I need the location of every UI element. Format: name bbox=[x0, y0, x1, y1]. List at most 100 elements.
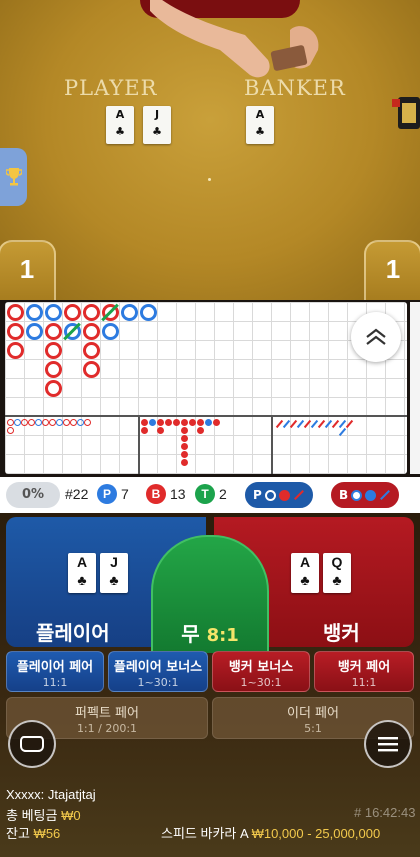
roadmap-mark bbox=[45, 323, 62, 340]
ask-ring-icon bbox=[264, 489, 276, 501]
player-card-2: J ♣ bbox=[100, 553, 128, 593]
trophy-icon[interactable] bbox=[0, 148, 27, 206]
roadmap-mini-mark bbox=[165, 419, 172, 426]
tie-odds: 8:1 bbox=[206, 625, 239, 646]
roadmap-mini-mark bbox=[42, 419, 49, 426]
chat-icon[interactable] bbox=[8, 720, 56, 768]
side-bet-odds: 1~30:1 bbox=[137, 676, 179, 689]
player-pair-bet[interactable]: 플레이어 페어 11:1 bbox=[6, 651, 104, 692]
chevron-up-double-icon[interactable] bbox=[351, 312, 401, 362]
side-bet-label: 플레이어 페어 bbox=[16, 660, 94, 675]
roadmap-mini-mark bbox=[7, 427, 14, 434]
game-id: # 16:42:43 bbox=[354, 805, 416, 820]
total-bet: 총 베팅금 ₩0 bbox=[6, 805, 81, 824]
side-bet-odds: 11:1 bbox=[42, 676, 68, 689]
roadmap-mini-mark bbox=[181, 427, 188, 434]
roadmap-mini-mark bbox=[77, 419, 84, 426]
player-ask-label: P bbox=[253, 488, 262, 502]
roadmap-mini-mark bbox=[63, 419, 70, 426]
roadmap-mini-mark bbox=[181, 451, 188, 458]
roadmap-mini-mark bbox=[14, 419, 21, 426]
balance: 잔고 ₩56 bbox=[6, 823, 60, 842]
footer-info: Xxxxx: Jtajatjtaj 총 베팅금 ₩0 잔고 ₩56 # 16:4… bbox=[0, 780, 420, 857]
roadmap-mark bbox=[83, 342, 100, 359]
table-banker-label: BANKER bbox=[244, 76, 346, 100]
banker-count: 13 bbox=[170, 486, 186, 502]
roadmap-mini-mark bbox=[21, 419, 28, 426]
hamburger-menu-icon[interactable] bbox=[364, 720, 412, 768]
tie-bet-label: 무 8:1 bbox=[151, 618, 269, 647]
roadmap-mini-mark bbox=[49, 419, 56, 426]
banker-table-card-1: A ♣ bbox=[246, 106, 274, 144]
ask-dot-icon bbox=[278, 489, 290, 501]
player-score: 1 bbox=[0, 240, 56, 300]
roadmap-mini-mark bbox=[157, 427, 164, 434]
roadmap-mini-mark bbox=[35, 419, 42, 426]
collapse-glyph bbox=[366, 328, 386, 345]
tie-label-text: 무 bbox=[181, 622, 200, 646]
roadmap-mark bbox=[102, 323, 119, 340]
banker-pair-bet[interactable]: 뱅커 페어 11:1 bbox=[314, 651, 414, 692]
roadmap-mini-mark bbox=[189, 419, 196, 426]
banker-ask-label: B bbox=[339, 488, 349, 502]
player-table-card-1: A ♣ bbox=[106, 106, 134, 144]
roadmap-mini-mark bbox=[70, 419, 77, 426]
roadmap-mark bbox=[83, 323, 100, 340]
tie-count: 2 bbox=[219, 486, 227, 502]
menu-glyph bbox=[378, 737, 398, 752]
banker-bonus-bet[interactable]: 뱅커 보너스 1~30:1 bbox=[212, 651, 310, 692]
tie-count-badge: T bbox=[195, 484, 215, 504]
roadmap-divider bbox=[138, 415, 140, 474]
roadmap-mini-mark bbox=[157, 419, 164, 426]
username: Xxxxx: Jtajatjtaj bbox=[6, 787, 96, 802]
roadmap-mark bbox=[26, 304, 43, 321]
side-bet-label: 뱅커 페어 bbox=[337, 660, 391, 675]
roadmap-mini-mark bbox=[141, 427, 148, 434]
roadmap-mark bbox=[7, 304, 24, 321]
roadmap-mark bbox=[45, 342, 62, 359]
roadmap-mark bbox=[64, 304, 81, 321]
roadmap-mark bbox=[83, 361, 100, 378]
roadmap-panel[interactable] bbox=[5, 302, 407, 474]
live-video-feed: PLAYER BANKER A ♣ J ♣ A ♣ 1 1 bbox=[0, 0, 420, 300]
banker-card-1: A ♣ bbox=[291, 553, 319, 593]
side-bet-label: 플레이어 보너스 bbox=[113, 660, 203, 675]
player-table-card-2: J ♣ bbox=[143, 106, 171, 144]
chat-glyph bbox=[20, 736, 44, 752]
side-bet-label: 뱅커 보너스 bbox=[228, 660, 294, 675]
percent-pill[interactable]: 0% bbox=[6, 482, 60, 508]
table-limits: ₩10,000 - 25,000,000 bbox=[251, 826, 381, 841]
table-info: 스피드 바카라 A ₩10,000 - 25,000,000 bbox=[161, 823, 380, 842]
banker-bet-label: 뱅커 bbox=[323, 621, 360, 645]
banker-card-2: Q ♣ bbox=[323, 553, 351, 593]
table-name: 스피드 바카라 A bbox=[161, 826, 248, 841]
roadmap-mark bbox=[45, 380, 62, 397]
trophy-glyph bbox=[5, 168, 22, 186]
ask-ring-icon bbox=[351, 489, 363, 501]
banker-ask-button[interactable]: B bbox=[331, 482, 400, 508]
roadmap-mini-mark bbox=[84, 419, 91, 426]
player-bonus-bet[interactable]: 플레이어 보너스 1~30:1 bbox=[108, 651, 208, 692]
player-count-badge: P bbox=[97, 484, 117, 504]
roadmap-divider bbox=[271, 415, 273, 474]
roadmap-mark bbox=[45, 361, 62, 378]
player-ask-button[interactable]: P bbox=[245, 482, 313, 508]
roadmap-mini-mark bbox=[181, 419, 188, 426]
total-bet-label: 총 베팅금 bbox=[6, 808, 58, 823]
roadmap-mark bbox=[45, 304, 62, 321]
card-shoe bbox=[392, 97, 420, 129]
roadmap-mini-mark bbox=[181, 459, 188, 466]
banker-count-badge: B bbox=[146, 484, 166, 504]
balance-value: ₩56 bbox=[33, 826, 61, 841]
balance-label: 잔고 bbox=[6, 826, 30, 841]
player-bet-label: 플레이어 bbox=[36, 621, 110, 645]
roadmap-mini-mark bbox=[181, 435, 188, 442]
roadmap-mini-mark bbox=[7, 419, 14, 426]
roadmap-mini-mark bbox=[205, 419, 212, 426]
baccarat-live-screen: PLAYER BANKER A ♣ J ♣ A ♣ 1 1 0% #22 P 7… bbox=[0, 0, 420, 857]
side-bet-label: 이더 페어 bbox=[287, 706, 339, 721]
ask-dot-icon bbox=[365, 489, 377, 501]
roadmap-mark bbox=[140, 304, 157, 321]
roadmap-mark bbox=[121, 304, 138, 321]
ask-slash-icon bbox=[380, 490, 391, 500]
